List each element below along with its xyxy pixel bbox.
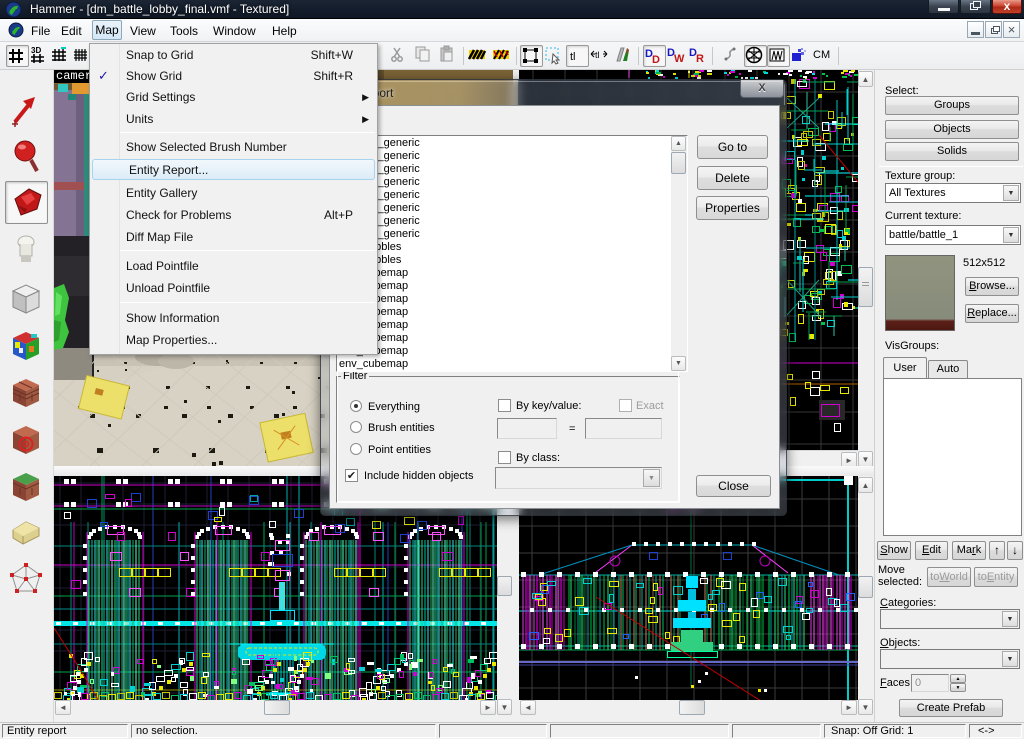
svg-text:tl: tl xyxy=(570,51,576,63)
svg-text:CM: CM xyxy=(813,49,830,61)
svg-text:D: D xyxy=(652,54,660,66)
svg-text:3D: 3D xyxy=(31,46,41,55)
svg-text:W: W xyxy=(674,53,685,65)
svg-text:R: R xyxy=(696,53,704,65)
svg-text:tl: tl xyxy=(595,50,600,60)
